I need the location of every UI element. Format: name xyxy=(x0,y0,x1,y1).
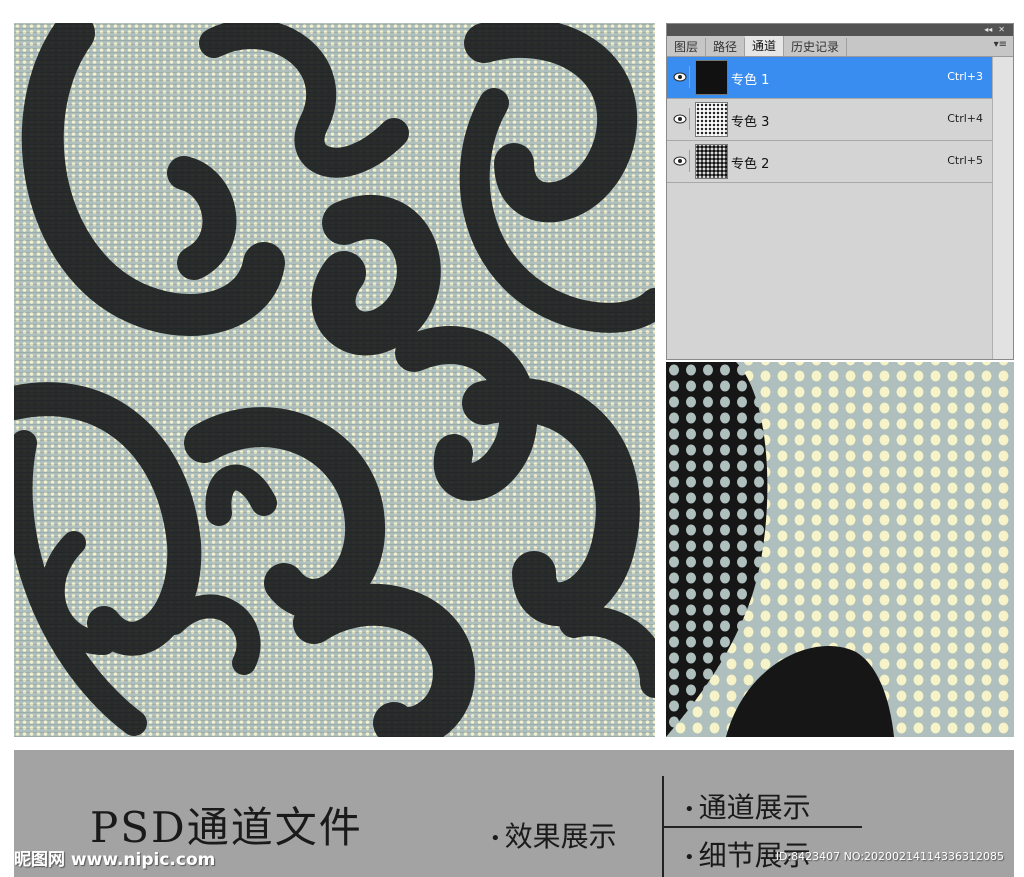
channel-shortcut: Ctrl+4 xyxy=(947,112,983,125)
panel-tab-row: 图层 路径 通道 历史记录 ▾≡ xyxy=(667,36,1013,57)
detail-zoom-image xyxy=(666,362,1014,737)
channel-row-spot-2[interactable]: 专色 2 Ctrl+5 xyxy=(667,141,993,183)
channel-shortcut: Ctrl+5 xyxy=(947,154,983,167)
channel-thumbnail xyxy=(695,60,728,95)
pattern-preview-image xyxy=(14,23,655,737)
double-left-arrow-icon[interactable]: ◂◂ xyxy=(984,24,992,36)
horizontal-divider xyxy=(664,826,862,828)
eye-icon[interactable] xyxy=(671,150,690,172)
tab-history[interactable]: 历史记录 xyxy=(784,38,848,56)
bullet-icon: • xyxy=(684,847,695,868)
tab-layers[interactable]: 图层 xyxy=(667,38,707,56)
detail-swirl-shapes xyxy=(666,362,894,737)
channel-thumbnail xyxy=(695,102,728,137)
panel-titlebar: ◂◂ ✕ xyxy=(667,24,1013,36)
channel-name: 专色 2 xyxy=(731,157,770,172)
channel-thumbnail xyxy=(695,144,728,179)
eye-icon[interactable] xyxy=(671,108,690,130)
swirl-pattern-artwork xyxy=(14,23,655,737)
tab-paths[interactable]: 路径 xyxy=(706,38,746,56)
channel-list: 专色 1 Ctrl+3 专色 3 Ctrl+4 专色 2 Ctrl+5 xyxy=(667,57,993,183)
channel-name: 专色 3 xyxy=(731,115,770,130)
effect-label: 效果展示 xyxy=(504,820,617,853)
bullet-icon: • xyxy=(684,799,695,820)
eye-icon[interactable] xyxy=(671,66,690,88)
channels-panel: ◂◂ ✕ 图层 路径 通道 历史记录 ▾≡ 专色 1 Ctrl+3 专色 3 C… xyxy=(666,23,1014,360)
channel-name: 专色 1 xyxy=(731,73,770,88)
channel-label: 通道展示 xyxy=(698,791,811,824)
channel-row-spot-1[interactable]: 专色 1 Ctrl+3 xyxy=(667,57,993,99)
watermark-site: 昵图网 www.nipic.com xyxy=(14,850,216,870)
channel-row-spot-3[interactable]: 专色 3 Ctrl+4 xyxy=(667,99,993,141)
bullet-icon: • xyxy=(490,828,501,849)
panel-menu-icon[interactable]: ▾≡ xyxy=(994,39,1007,50)
effect-caption: • 效果展示 xyxy=(490,815,617,855)
close-icon[interactable]: ✕ xyxy=(998,24,1005,36)
panel-scrollbar[interactable] xyxy=(992,57,1013,359)
footer-banner: PSD通道文件 • 效果展示 • 通道展示 • 细节展示 昵图网 www.nipic.… xyxy=(14,750,1014,877)
watermark-id: ID:8423407 NO:20200214114336312085 xyxy=(775,850,1004,863)
channel-shortcut: Ctrl+3 xyxy=(947,70,983,83)
channel-caption: • 通道展示 xyxy=(684,786,811,826)
tab-channels[interactable]: 通道 xyxy=(745,36,785,56)
